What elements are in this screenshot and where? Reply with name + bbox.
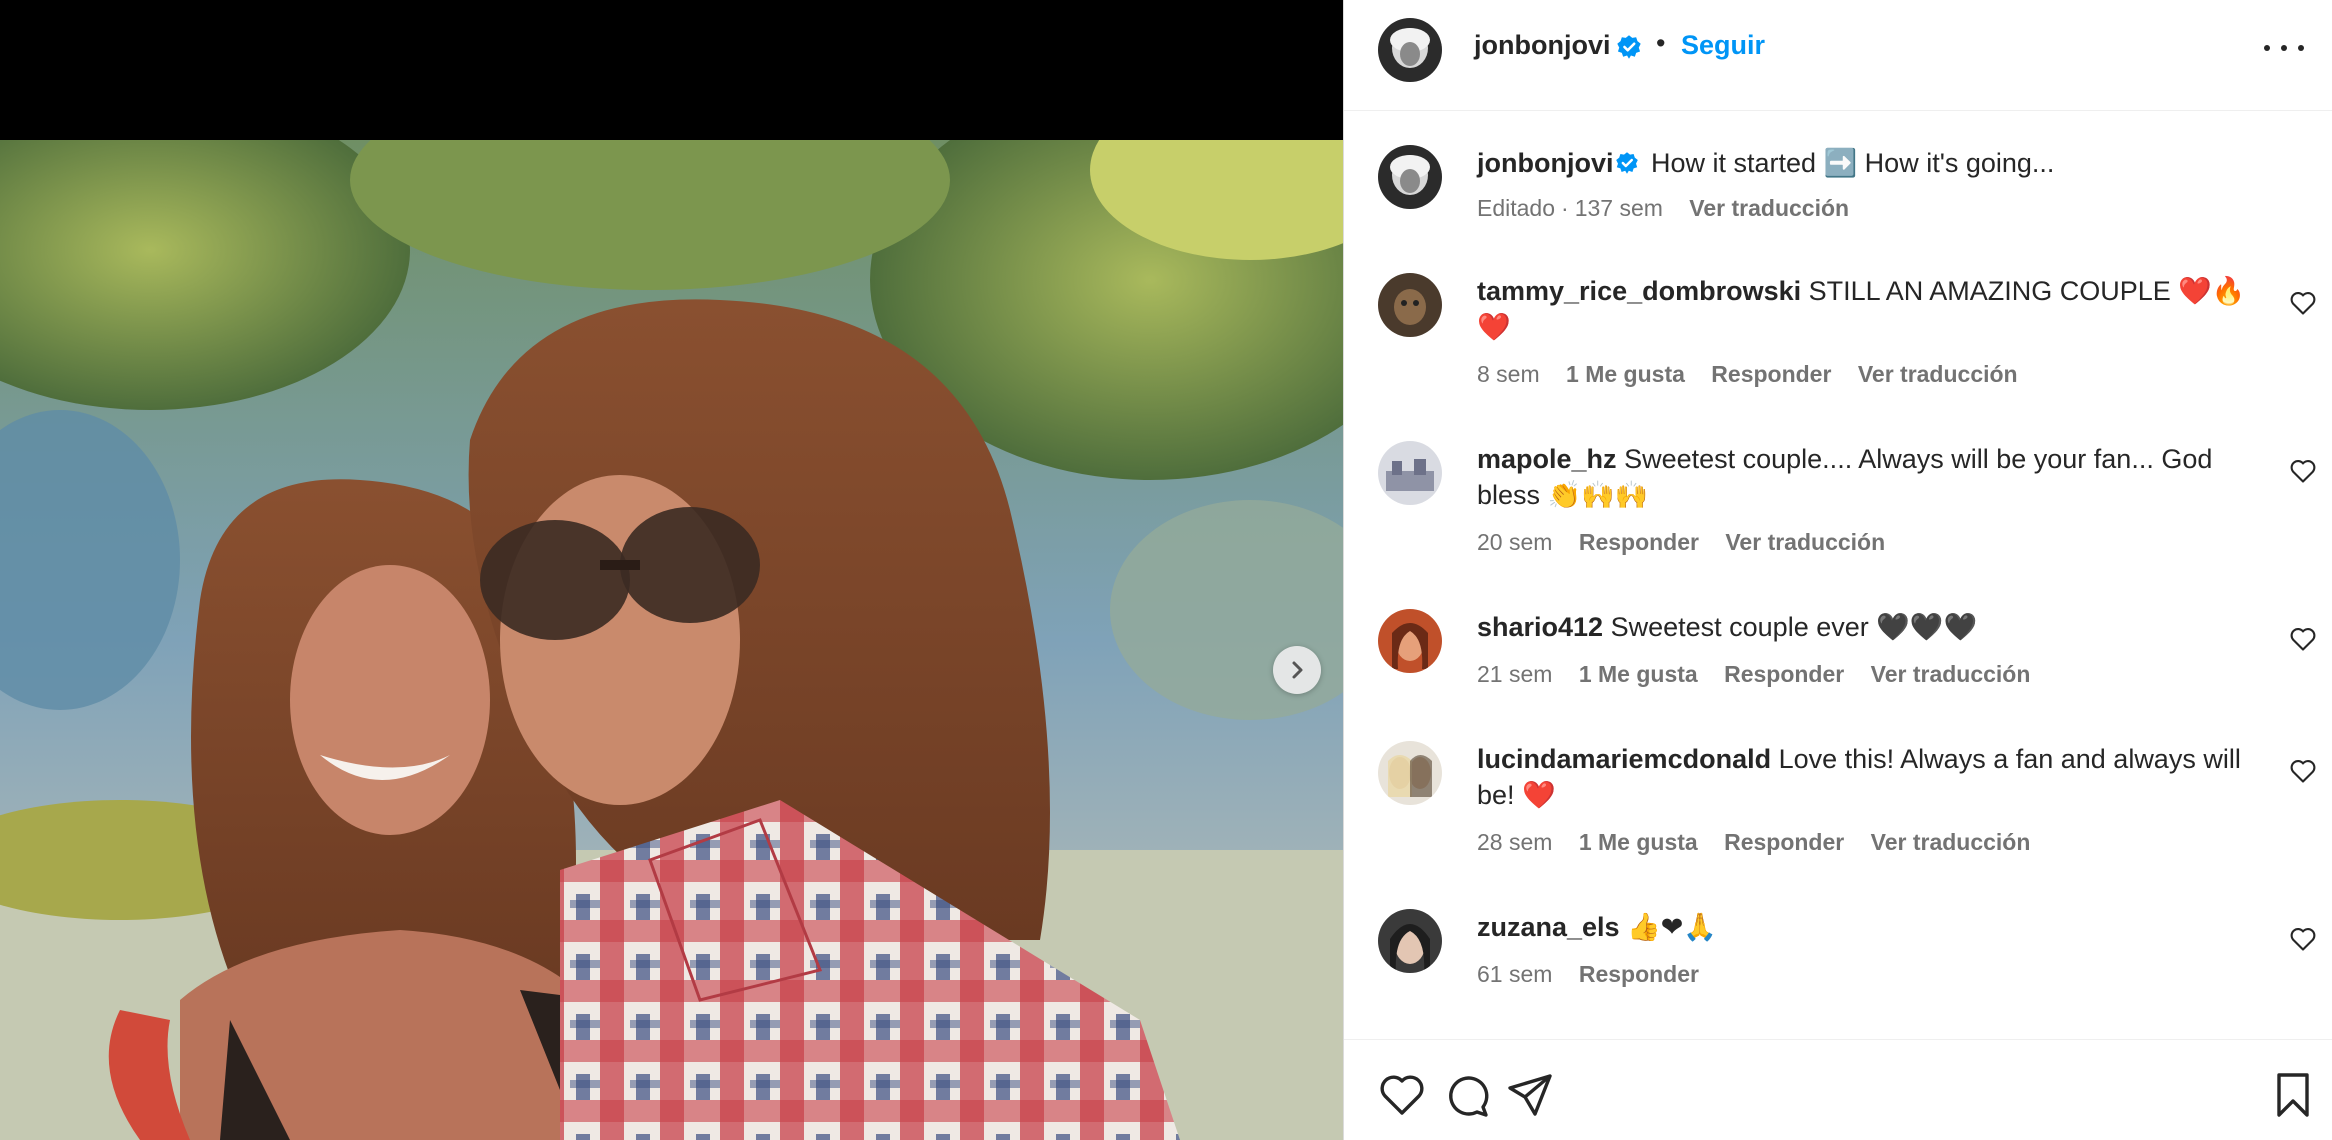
translate-link[interactable]: Ver traducción — [1858, 361, 2018, 387]
caption-username[interactable]: jonbonjovi — [1477, 148, 1613, 178]
edited-label: Editado — [1477, 195, 1556, 221]
comment-username[interactable]: lucindamariemcdonald — [1477, 744, 1771, 774]
comment-time[interactable]: 61 sem — [1477, 961, 1552, 987]
comment-body: mapole_hz Sweetest couple.... Always wil… — [1477, 441, 2277, 513]
chevron-right-icon — [1292, 661, 1303, 679]
post-media — [0, 0, 1343, 1140]
meta-dot: · — [1561, 195, 1569, 221]
comment-time[interactable]: 8 sem — [1477, 361, 1540, 387]
commenter-avatar[interactable] — [1378, 609, 1442, 673]
translate-link[interactable]: Ver traducción — [1689, 195, 1849, 221]
translate-link[interactable]: Ver traducción — [1725, 529, 1885, 555]
comment-likes[interactable]: 1 Me gusta — [1579, 829, 1698, 855]
author-avatar[interactable] — [1378, 145, 1442, 209]
comment-body: shario412 Sweetest couple ever 🖤🖤🖤 — [1477, 609, 2277, 645]
commenter-avatar[interactable] — [1378, 741, 1442, 805]
comment-body: zuzana_els 👍❤🙏 — [1477, 909, 2277, 945]
like-comment-heart-icon[interactable] — [2289, 926, 2317, 952]
comment-username[interactable]: tammy_rice_dombrowski — [1477, 276, 1801, 306]
caption-time[interactable]: 137 sem — [1575, 195, 1663, 221]
comment-username[interactable]: shario412 — [1477, 612, 1603, 642]
commenter-avatar[interactable] — [1378, 273, 1442, 337]
comment-meta: 28 sem 1 Me gusta Responder Ver traducci… — [1477, 829, 2050, 856]
caption-body: jonbonjovi How it started ➡️ How it's go… — [1477, 145, 2277, 181]
comment-meta: 61 sem Responder — [1477, 961, 1719, 988]
post-action-bar — [1344, 1039, 2332, 1140]
comment-time[interactable]: 21 sem — [1477, 661, 1552, 687]
comment-meta: 20 sem Responder Ver traducción — [1477, 529, 1905, 556]
post-photo — [0, 140, 1343, 1140]
follow-button[interactable]: Seguir — [1681, 30, 1765, 61]
like-comment-heart-icon[interactable] — [2289, 626, 2317, 652]
more-options-icon[interactable] — [2264, 36, 2304, 60]
reply-button[interactable]: Responder — [1579, 961, 1699, 987]
author-avatar[interactable] — [1378, 18, 1442, 82]
reply-button[interactable]: Responder — [1724, 829, 1844, 855]
comment-username[interactable]: mapole_hz — [1477, 444, 1617, 474]
comment-likes[interactable]: 1 Me gusta — [1566, 361, 1685, 387]
heart-icon[interactable] — [1378, 1071, 1426, 1119]
bookmark-icon[interactable] — [2269, 1071, 2317, 1119]
author-username[interactable]: jonbonjovi — [1474, 30, 1610, 61]
next-photo-button[interactable] — [1273, 646, 1321, 694]
like-comment-heart-icon[interactable] — [2289, 458, 2317, 484]
like-comment-heart-icon[interactable] — [2289, 290, 2317, 316]
translate-link[interactable]: Ver traducción — [1871, 829, 2031, 855]
comment-time[interactable]: 28 sem — [1477, 829, 1552, 855]
verified-badge-icon — [1616, 152, 1639, 174]
reply-button[interactable]: Responder — [1711, 361, 1831, 387]
header-separator: • — [1656, 28, 1666, 58]
verified-badge-icon — [1617, 35, 1641, 59]
translate-link[interactable]: Ver traducción — [1871, 661, 2031, 687]
comment-likes[interactable]: 1 Me gusta — [1579, 661, 1698, 687]
like-comment-heart-icon[interactable] — [2289, 758, 2317, 784]
comment-time[interactable]: 20 sem — [1477, 529, 1552, 555]
caption-text: How it started ➡️ How it's going... — [1651, 148, 2055, 178]
reply-button[interactable]: Responder — [1724, 661, 1844, 687]
comment-body: tammy_rice_dombrowski STILL AN AMAZING C… — [1477, 273, 2277, 345]
comment-username[interactable]: zuzana_els — [1477, 912, 1620, 942]
post-side-panel: jonbonjovi • Seguir jonbonjovi How it st… — [1343, 0, 2332, 1140]
reply-button[interactable]: Responder — [1579, 529, 1699, 555]
comment-meta: 8 sem 1 Me gusta Responder Ver traducció… — [1477, 361, 2038, 388]
commenter-avatar[interactable] — [1378, 909, 1442, 973]
paper-plane-icon[interactable] — [1506, 1071, 1554, 1119]
comment-meta: 21 sem 1 Me gusta Responder Ver traducci… — [1477, 661, 2050, 688]
caption-meta: Editado · 137 sem Ver traducción — [1477, 195, 1869, 222]
comment-body: lucindamariemcdonald Love this! Always a… — [1477, 741, 2277, 813]
commenter-avatar[interactable] — [1378, 441, 1442, 505]
post-header: jonbonjovi • Seguir — [1344, 0, 2332, 111]
comment-icon[interactable] — [1443, 1071, 1491, 1119]
comment-text: Sweetest couple ever 🖤🖤🖤 — [1610, 612, 1978, 642]
comment-text: 👍❤🙏 — [1627, 912, 1717, 942]
